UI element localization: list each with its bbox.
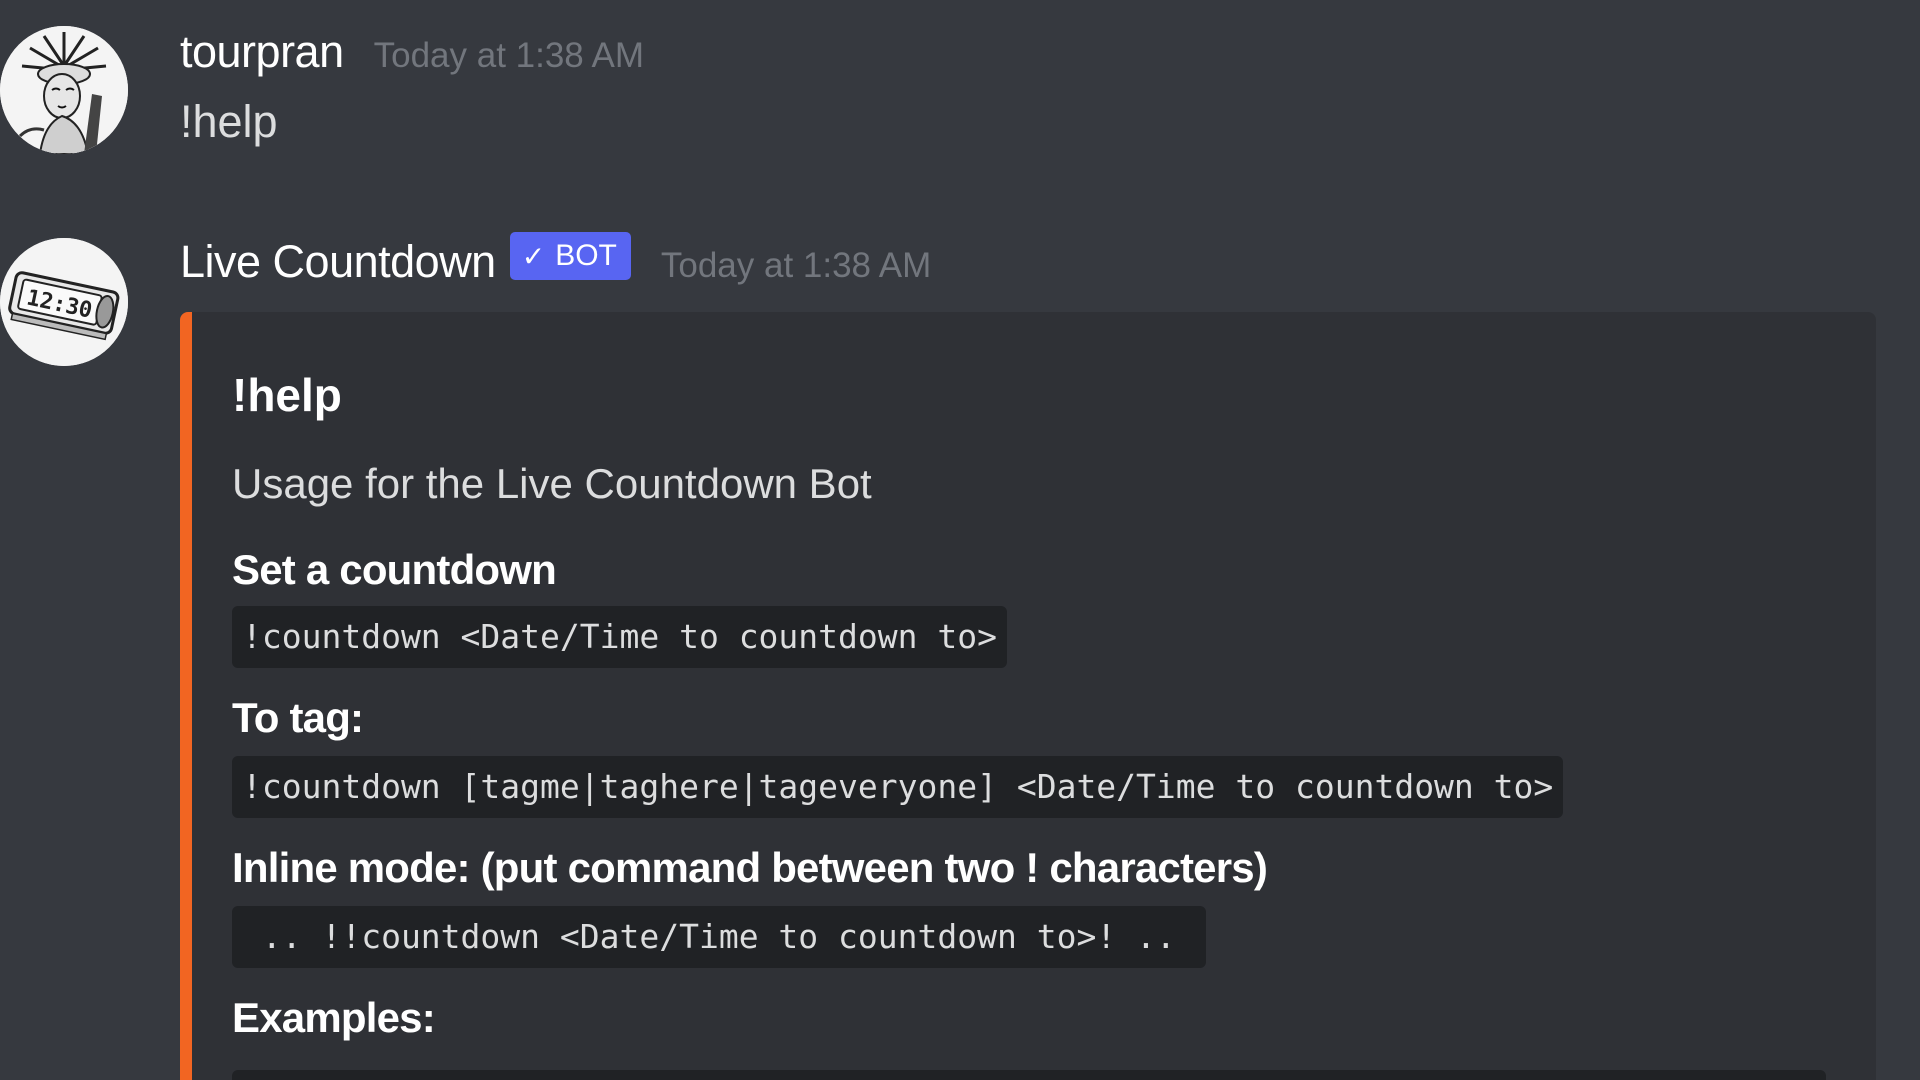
verified-check-icon: ✓: [521, 240, 546, 272]
username[interactable]: tourpran: [180, 26, 344, 78]
bot-badge: ✓ BOT: [509, 232, 631, 280]
user-avatar[interactable]: [0, 26, 128, 154]
field-name-inline-mode: Inline mode: (put command between two ! …: [232, 844, 1268, 891]
help-embed: !help Usage for the Live Countdown Bot S…: [180, 312, 1876, 1080]
field-code-set-countdown: !countdown <Date/Time to countdown to>: [232, 606, 1007, 668]
embed-title: !help: [232, 369, 342, 421]
statue-of-liberty-avatar: [0, 26, 128, 154]
clock-avatar: 12:30: [0, 238, 128, 366]
field-code-examples: [232, 1070, 1826, 1080]
bot-avatar[interactable]: 12:30: [0, 238, 128, 366]
field-code-inline-mode: .. !!countdown <Date/Time to countdown t…: [232, 906, 1206, 968]
message-content: !help: [180, 96, 278, 147]
bot-badge-label: BOT: [555, 239, 617, 272]
embed-description: Usage for the Live Countdown Bot: [232, 460, 872, 507]
field-name-set-countdown: Set a countdown: [232, 546, 557, 593]
field-name-examples: Examples:: [232, 994, 436, 1041]
bot-username[interactable]: Live Countdown: [180, 236, 496, 288]
field-code-to-tag: !countdown [tagme|taghere|tageveryone] <…: [232, 756, 1564, 818]
message-timestamp: Today at 1:38 AM: [373, 36, 645, 75]
field-name-to-tag: To tag:: [232, 694, 364, 741]
message-timestamp: Today at 1:38 AM: [660, 246, 932, 285]
chat-messages: tourpran Today at 1:38 AM !help 12:30 Li…: [0, 0, 1920, 1080]
